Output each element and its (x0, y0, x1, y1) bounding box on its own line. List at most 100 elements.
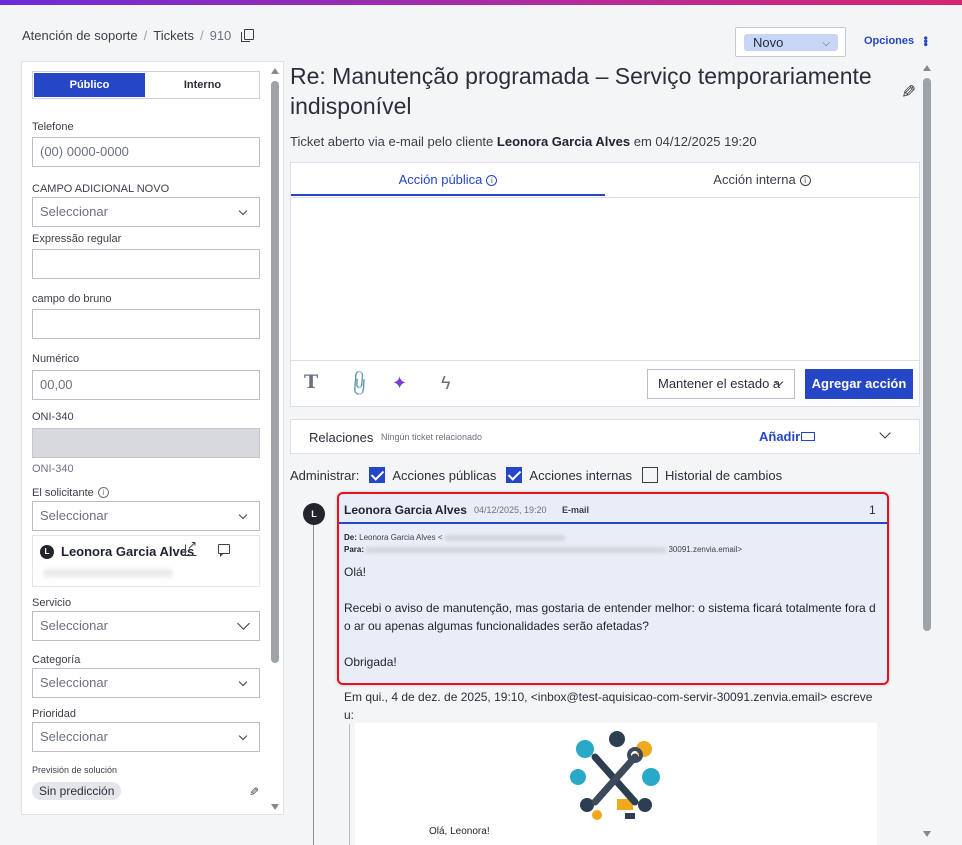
quick-action-bolt-icon[interactable]: ϟ (441, 373, 451, 394)
campo-adicional-select[interactable]: Seleccionar (32, 197, 260, 227)
message-channel: E-mail (562, 505, 590, 515)
info-icon[interactable]: i (97, 487, 109, 498)
keep-state-select[interactable]: Mantener el estado a (647, 369, 795, 399)
ticket-title: Re: Manutenção programada – Serviço temp… (290, 63, 872, 119)
subtitle-suffix: em 04/12/2025 19:20 (633, 134, 757, 149)
quoted-email-content: Olá, Leonora! (355, 723, 877, 845)
numerico-label: Numérico (32, 353, 80, 365)
subtitle-prefix: Ticket aberto via e-mail pelo cliente (290, 134, 494, 149)
history-label: Historial de cambios (665, 467, 783, 483)
action-editor: Acción pública i Acción interna i T 📎 ✦ ϟ … (290, 162, 920, 407)
breadcrumb-tickets[interactable]: Tickets (153, 28, 194, 43)
tab-public-label: Acción pública (398, 172, 483, 187)
status-pill: Novo ⌵ (744, 34, 838, 51)
tab-internal-action[interactable]: Acción interna i (605, 163, 919, 196)
scroll-thumb[interactable] (923, 78, 931, 631)
scroll-down-arrow[interactable] (271, 804, 279, 810)
add-action-button[interactable]: Agregar acción (805, 369, 913, 399)
internal-actions-label: Acciones internas (529, 467, 633, 483)
editor-textarea[interactable] (291, 197, 919, 361)
attachment-icon[interactable]: 📎 (344, 368, 375, 399)
quoted-email-header: Em qui., 4 de dez. de 2025, 19:10, <inbo… (344, 690, 873, 722)
brand-gradient-bar (0, 0, 962, 5)
pencil-icon[interactable]: ✎ (249, 785, 259, 799)
info-icon: i (486, 175, 498, 186)
numerico-input[interactable]: 00,00 (32, 370, 260, 400)
tab-internal-label: Acción interna (713, 172, 796, 187)
scroll-up-arrow[interactable] (923, 65, 931, 71)
public-actions-checkbox[interactable] (369, 467, 386, 483)
internal-actions-checkbox[interactable] (506, 467, 523, 483)
message-body: Olá! Recebi o aviso de manutenção, mas g… (344, 563, 879, 689)
add-relation-link[interactable]: Añadir (759, 429, 800, 444)
message-paragraph: Olá! (344, 565, 367, 579)
kebab-icon: ••• (919, 36, 934, 46)
scroll-thumb[interactable] (271, 81, 279, 663)
message-card[interactable]: Leonora Garcia Alves 04/12/2025, 19:20 E… (337, 492, 889, 685)
admin-filters: Administrar: Acciones públicas Acciones … (290, 467, 782, 483)
tab-public-action[interactable]: Acción pública i (291, 163, 605, 196)
copy-icon[interactable] (241, 29, 255, 42)
options-label: Opciones (864, 35, 915, 47)
categoria-select[interactable]: Seleccionar (32, 668, 260, 698)
chevron-down-icon: ⌵ (822, 38, 830, 49)
solicitante-select[interactable]: Seleccionar (32, 501, 260, 531)
oni-input-disabled (32, 428, 260, 458)
scroll-up-arrow[interactable] (271, 68, 279, 74)
info-icon: i (799, 175, 811, 186)
left-scrollbar[interactable] (269, 64, 281, 814)
requester-email-redacted (43, 569, 173, 577)
history-checkbox[interactable] (642, 467, 659, 483)
text-format-icon[interactable]: T (304, 371, 318, 393)
expressao-label: Expressão regular (32, 233, 122, 245)
tools-illustration (570, 731, 660, 820)
ai-sparkle-icon[interactable]: ✦ (392, 373, 407, 394)
requester-name[interactable]: Leonora Garcia Alves (61, 544, 194, 559)
message-to: Para: 30091.zenvia.email> (344, 545, 742, 554)
external-link-icon[interactable] (185, 538, 197, 556)
message-author: Leonora Garcia Alves (344, 503, 467, 517)
relations-title: Relaciones (309, 430, 374, 445)
edit-title-pencil-icon[interactable]: ✎ (901, 82, 916, 103)
servicio-select[interactable]: Seleccionar (32, 611, 260, 641)
campo-bruno-input[interactable] (32, 309, 260, 339)
toggle-internal[interactable]: Interno (147, 73, 258, 97)
prioridad-label: Prioridad (32, 708, 77, 720)
ticket-icon[interactable] (801, 432, 815, 441)
relations-empty: Ningún ticket relacionado (381, 432, 483, 442)
oni-footer: ONI-340 (32, 463, 74, 475)
chevron-down-icon[interactable] (879, 427, 891, 439)
solicitante-label-text: El solicitante (32, 487, 94, 499)
quoted-greeting: Olá, Leonora! (429, 826, 490, 837)
message-paragraph: Obrigada! (344, 655, 397, 669)
main-scrollbar[interactable] (921, 61, 933, 841)
visibility-toggle: Público Interno (32, 71, 260, 99)
solicitante-label: El solicitante i (32, 487, 109, 499)
redacted-email (444, 534, 565, 541)
expressao-input[interactable] (32, 249, 260, 279)
telefone-input[interactable]: (00) 0000-0000 (32, 137, 260, 167)
breadcrumb-separator: / (143, 28, 148, 43)
ticket-subtitle: Ticket aberto via e-mail pelo cliente Le… (290, 134, 757, 149)
requester-card: L Leonora Garcia Alves (32, 535, 260, 587)
scroll-down-arrow[interactable] (923, 831, 931, 837)
breadcrumb-separator: / (199, 28, 204, 43)
campo-bruno-label: campo do bruno (32, 293, 112, 305)
admin-label: Administrar: (290, 467, 360, 483)
chat-icon[interactable] (218, 544, 230, 557)
to-suffix: 30091.zenvia.email> (668, 545, 743, 554)
subtitle-client: Leonora Garcia Alves (496, 134, 631, 149)
message-header: Leonora Garcia Alves 04/12/2025, 19:20 E… (339, 494, 887, 524)
toggle-public[interactable]: Público (34, 73, 145, 97)
message-date: 04/12/2025, 19:20 (474, 505, 547, 515)
quote-bar (349, 724, 350, 845)
breadcrumb: Atención de soporte / Tickets / 910 (22, 28, 255, 43)
categoria-label: Categoría (32, 654, 81, 666)
status-value: Novo (753, 35, 784, 50)
options-menu[interactable]: Opciones ••• (864, 35, 934, 47)
status-select[interactable]: Novo ⌵ (735, 27, 846, 57)
prioridad-select[interactable]: Seleccionar (32, 722, 260, 752)
message-count: 1 (869, 503, 876, 517)
message-from: De: Leonora Garcia Alves < (344, 533, 565, 542)
breadcrumb-root[interactable]: Atención de soporte (22, 28, 138, 43)
